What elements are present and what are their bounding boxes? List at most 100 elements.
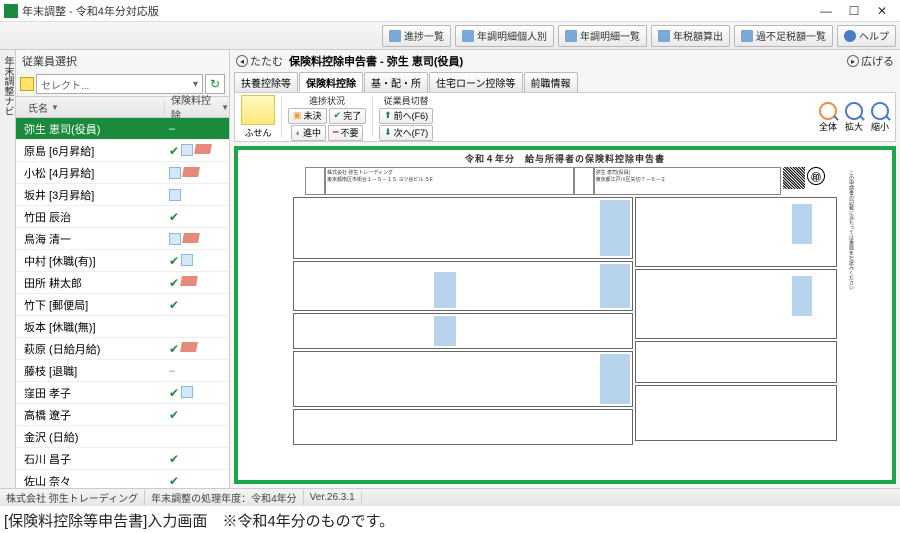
- expand-button[interactable]: ▸広げる: [847, 53, 894, 69]
- employee-status: ✔: [165, 408, 229, 422]
- toolbar-button-4[interactable]: 過不足税額一覧: [734, 25, 833, 47]
- zoom-out-button[interactable]: 縮小: [871, 102, 889, 133]
- filter-dropdown[interactable]: セレクト...▾: [36, 74, 203, 94]
- employee-status: ✔: [165, 386, 229, 400]
- tab-3[interactable]: 住宅ローン控除等: [429, 72, 523, 92]
- employee-name: 窪田 孝子: [16, 385, 165, 401]
- prev-employee-button[interactable]: ⬆前へ(F6): [379, 108, 433, 124]
- employee-row[interactable]: 竹下 [郵便局]✔: [16, 294, 229, 316]
- check-icon: ✔: [169, 474, 179, 488]
- blue-tag-icon: [181, 144, 193, 156]
- pending-icon: ▣: [293, 110, 302, 121]
- check-icon: ✔: [169, 210, 179, 224]
- status-bar: 株式会社 弥生トレーディング 年末調整の処理年度：令和4年分 Ver.26.3.…: [0, 488, 900, 506]
- tab-0[interactable]: 扶養控除等: [234, 72, 298, 92]
- progress-inprogress-button[interactable]: ◐進中: [291, 125, 326, 141]
- employee-status: ✔: [165, 298, 229, 312]
- red-tag-icon: [182, 167, 200, 177]
- employee-row[interactable]: 竹田 辰治✔: [16, 206, 229, 228]
- employee-name: 小松 [4月昇給]: [16, 165, 165, 181]
- minimize-button[interactable]: —: [812, 1, 840, 21]
- employee-status: –: [165, 123, 229, 135]
- employee-name: 藤枝 [退職]: [16, 363, 165, 379]
- progress-done-button[interactable]: ✔完了: [329, 108, 367, 124]
- side-label: この申請書の記載に当たっては裏面をお読みください: [847, 170, 855, 290]
- toolbar-button-1[interactable]: 年調明細個人別: [455, 25, 554, 47]
- employee-row[interactable]: 萩原 (日給月給)✔: [16, 338, 229, 360]
- employee-row[interactable]: 田所 耕太郎✔: [16, 272, 229, 294]
- employee-status: [165, 189, 229, 201]
- col-header-name[interactable]: 氏名▼: [16, 100, 165, 115]
- ribbon: ふせん 進捗状況 ▣未決 ✔完了 ◐進中 ━不要 従業員切替 ⬆前へ(F6) ⬇…: [234, 92, 896, 142]
- employee-row[interactable]: 佐山 奈々✔: [16, 470, 229, 488]
- blue-tag-icon: [169, 167, 181, 179]
- employee-status: ✔: [165, 342, 229, 356]
- toolbar-button-2[interactable]: 年調明細一覧: [558, 25, 647, 47]
- progress-title: 進捗状況: [309, 94, 345, 107]
- employee-row[interactable]: 坂本 [休職(無)]: [16, 316, 229, 338]
- nav-title: 従業員切替: [384, 94, 429, 107]
- employee-panel-title: 従業員選択: [16, 50, 229, 72]
- document-title: 保険料控除申告書 - 弥生 恵司(役員): [289, 53, 841, 69]
- toolbar-button-0[interactable]: 進捗一覧: [382, 25, 451, 47]
- zoom-in-icon: [845, 102, 863, 120]
- help-icon: [844, 30, 856, 42]
- employee-status: ✔: [165, 474, 229, 488]
- employee-row[interactable]: 弥生 恵司(役員)–: [16, 118, 229, 140]
- employee-row[interactable]: 藤枝 [退職]–: [16, 360, 229, 382]
- employee-name: 坂井 [3月昇給]: [16, 187, 165, 203]
- employee-table-header: 氏名▼ 保険料控除▼: [16, 96, 229, 118]
- employee-row[interactable]: 原島 [6月昇給] ✔: [16, 140, 229, 162]
- red-tag-icon: [182, 233, 200, 243]
- check-icon: ✔: [169, 254, 179, 268]
- employee-name: 田所 耕太郎: [16, 275, 165, 291]
- sticky-note-button[interactable]: [241, 95, 275, 125]
- check-icon: ✔: [169, 452, 179, 466]
- titlebar: 年末調整 - 令和4年分対応版 — ☐ ✕: [0, 0, 900, 22]
- form-preview[interactable]: 令和４年分 給与所得者の保険料控除申告書 株式会社 弥生トレーディング東京都南区…: [234, 146, 896, 484]
- check-icon: ✔: [169, 342, 179, 356]
- fold-icon: ◂: [236, 55, 248, 67]
- employee-name: 中村 [休職(有)]: [16, 253, 165, 269]
- status-version: Ver.26.3.1: [304, 492, 362, 503]
- employee-row[interactable]: 窪田 孝子 ✔: [16, 382, 229, 404]
- close-button[interactable]: ✕: [868, 1, 896, 21]
- employee-status: ✔: [165, 276, 229, 290]
- maximize-button[interactable]: ☐: [840, 1, 868, 21]
- employee-row[interactable]: 小松 [4月昇給]: [16, 162, 229, 184]
- zoom-in-button[interactable]: 拡大: [845, 102, 863, 133]
- next-employee-button[interactable]: ⬇次へ(F7): [379, 125, 433, 141]
- qr-code: [783, 167, 805, 189]
- employee-row[interactable]: 石川 昌子✔: [16, 448, 229, 470]
- zoom-fit-button[interactable]: 全体: [819, 102, 837, 133]
- employee-row[interactable]: 中村 [休職(有)] ✔: [16, 250, 229, 272]
- help-button[interactable]: ヘルプ: [837, 25, 896, 47]
- check-icon: ✔: [169, 144, 179, 158]
- employee-name: 原島 [6月昇給]: [16, 143, 165, 159]
- check-icon: ✔: [169, 386, 179, 400]
- employee-row[interactable]: 坂井 [3月昇給]: [16, 184, 229, 206]
- employee-name: 弥生 恵司(役員): [16, 121, 165, 137]
- refresh-button[interactable]: ↻: [205, 74, 225, 94]
- down-arrow-icon: ⬇: [384, 127, 392, 138]
- fold-button[interactable]: ◂たたむ: [236, 53, 283, 69]
- form-sheet: 令和４年分 給与所得者の保険料控除申告書 株式会社 弥生トレーディング東京都南区…: [285, 150, 845, 480]
- progress-na-button[interactable]: ━不要: [328, 125, 363, 141]
- sidebar-tab-nencho-navi[interactable]: 年末調整ナビ: [0, 50, 16, 488]
- employee-panel: 従業員選択 セレクト...▾ ↻ 氏名▼ 保険料控除▼ 弥生 恵司(役員)–原島…: [16, 50, 230, 488]
- tab-1[interactable]: 保険料控除: [299, 72, 363, 92]
- expand-icon: ▸: [847, 55, 859, 67]
- tab-2[interactable]: 基・配・所: [364, 72, 428, 92]
- toolbar-button-3[interactable]: 年税額算出: [651, 25, 730, 47]
- main-toolbar: 進捗一覧年調明細個人別年調明細一覧年税額算出過不足税額一覧 ヘルプ: [0, 22, 900, 50]
- employee-row[interactable]: 鳥海 清一: [16, 228, 229, 250]
- dash-icon: –: [169, 123, 175, 135]
- toolbar-icon: [658, 30, 670, 42]
- employee-row[interactable]: 高橋 遼子✔: [16, 404, 229, 426]
- blue-tag-icon: [169, 233, 181, 245]
- toolbar-icon: [741, 30, 753, 42]
- employee-name: 坂本 [休職(無)]: [16, 319, 165, 335]
- tab-4[interactable]: 前職情報: [524, 72, 578, 92]
- progress-pending-button[interactable]: ▣未決: [288, 108, 327, 124]
- employee-row[interactable]: 金沢 (日給): [16, 426, 229, 448]
